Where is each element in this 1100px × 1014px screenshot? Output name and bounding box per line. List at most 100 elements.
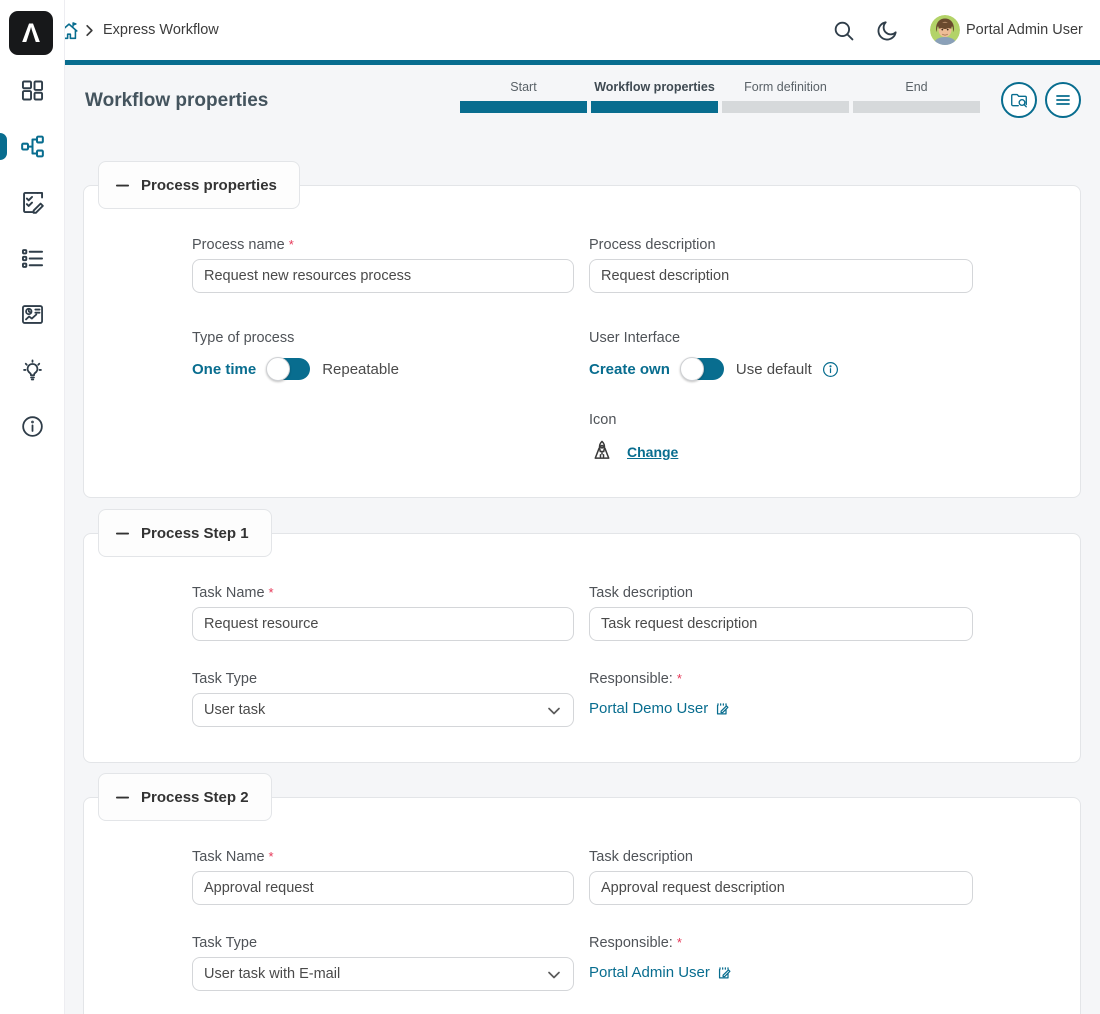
sidebar-item-info[interactable] [16,410,48,442]
task-description-label: Task description [589,849,693,865]
task-type-value: User task with E-mail [204,966,340,982]
task-type-value: User task [204,702,265,718]
user-interface-label: User Interface [589,330,680,346]
content-accent-border [64,60,1100,65]
statistics-board-icon [19,301,46,328]
dark-mode-button[interactable] [874,16,904,46]
required-marker: * [269,849,274,864]
collapse-icon[interactable] [115,526,130,541]
legend-title: Process Step 2 [141,789,249,806]
type-of-process-toggle-row: One time Repeatable [192,356,399,382]
task-type-label: Task Type [192,671,257,687]
task-name-label: Task Name* [192,585,274,601]
use-default-label: Use default [736,361,812,378]
assign-edit-icon [714,701,730,717]
sidebar-item-improvement[interactable] [16,354,48,386]
topbar: Express Workflow Portal Admin User [0,0,1100,60]
type-of-process-toggle[interactable] [268,358,310,380]
responsible-user-link[interactable]: Portal Demo User [589,700,730,717]
change-icon-link[interactable]: Change [627,444,678,460]
info-circle-icon [19,413,46,440]
create-own-label: Create own [589,361,670,378]
collapse-icon[interactable] [115,178,130,193]
step-bar [853,101,980,113]
icon-label: Icon [589,412,616,428]
assign-edit-icon [716,965,732,981]
task-name-input[interactable] [192,871,574,905]
process-name-input[interactable] [192,259,574,293]
user-interface-toggle[interactable] [682,358,724,380]
toggle-knob [680,357,704,381]
responsible-user-name: Portal Admin User [589,964,710,981]
progress-step-start: Start [460,80,587,113]
progress-step-end: End [853,80,980,113]
responsible-user-name: Portal Demo User [589,700,708,717]
chevron-down-icon [546,703,562,719]
process-properties-panel: Process properties Process name* Process… [83,185,1081,498]
info-icon[interactable] [822,361,839,378]
responsible-user-link[interactable]: Portal Admin User [589,964,732,981]
process-step-1-legend: Process Step 1 [98,509,272,557]
search-icon [831,18,857,44]
step-label: End [853,80,980,94]
progress-step-form-definition: Form definition [722,80,849,113]
task-name-input[interactable] [192,607,574,641]
toggle-knob [266,357,290,381]
required-marker: * [677,935,682,950]
sidebar-item-statistics[interactable] [16,298,48,330]
axonivy-logo[interactable]: Λ [9,11,53,55]
breadcrumb-current[interactable]: Express Workflow [103,22,219,38]
menu-lines-icon [1054,91,1072,109]
chevron-right-icon [82,23,97,38]
responsible-label: Responsible:* [589,935,682,951]
user-interface-toggle-row: Create own Use default [589,356,839,382]
process-tree-icon [19,133,46,160]
lambda-logo-glyph: Λ [22,20,40,47]
task-description-input[interactable] [589,607,973,641]
task-type-select[interactable]: User task with E-mail [192,957,574,991]
task-type-label: Task Type [192,935,257,951]
rocket-launch-icon [589,438,615,464]
user-name[interactable]: Portal Admin User [966,22,1083,38]
process-step-2-panel: Process Step 2 Task Name* Task descripti… [83,797,1081,1014]
moon-icon [874,18,900,44]
express-workflow-page: Λ [0,0,1100,1014]
legend-title: Process Step 1 [141,525,249,542]
progress-step-workflow-properties: Workflow properties [591,80,718,113]
lightbulb-icon [19,357,46,384]
process-properties-legend: Process properties [98,161,300,209]
step-label: Start [460,80,587,94]
folder-search-icon [1009,90,1029,110]
sidebar: Λ [0,0,65,1014]
step-bar [460,101,587,113]
page-title: Workflow properties [85,90,268,112]
responsible-label: Responsible:* [589,671,682,687]
step-label: Form definition [722,80,849,94]
sidebar-item-cases[interactable] [16,242,48,274]
task-description-label: Task description [589,585,693,601]
collapse-icon[interactable] [115,790,130,805]
chevron-down-icon [546,967,562,983]
workflow-progress-steps: Start Workflow properties Form definitio… [460,80,980,113]
process-name-label: Process name* [192,237,294,253]
sidebar-item-tasks[interactable] [16,186,48,218]
task-type-select[interactable]: User task [192,693,574,727]
saved-workflows-button[interactable] [1001,82,1037,118]
process-description-label: Process description [589,237,716,253]
task-edit-icon [19,189,46,216]
legend-title: Process properties [141,177,277,194]
search-button[interactable] [831,16,861,46]
user-avatar[interactable] [930,15,960,45]
required-marker: * [269,585,274,600]
type-of-process-label: Type of process [192,330,294,346]
process-step-1-panel: Process Step 1 Task Name* Task descripti… [83,533,1081,763]
sidebar-item-dashboard[interactable] [16,74,48,106]
active-menu-indicator [0,133,7,160]
step-bar [591,101,718,113]
header-menu-button[interactable] [1045,82,1081,118]
process-step-2-legend: Process Step 2 [98,773,272,821]
step-label: Workflow properties [591,80,718,94]
sidebar-item-processes[interactable] [16,130,48,162]
task-description-input[interactable] [589,871,973,905]
process-description-input[interactable] [589,259,973,293]
